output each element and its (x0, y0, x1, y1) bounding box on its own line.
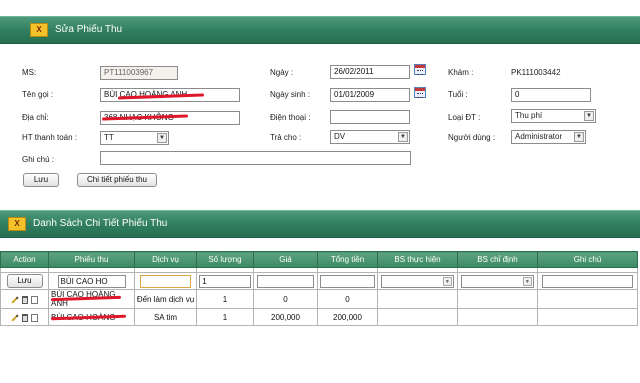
tra-cho-label: Trả cho : (270, 133, 302, 142)
col-header: BS thực hiện (377, 251, 458, 268)
col-header: BS chỉ định (457, 251, 538, 268)
bs-thuc-hien-cell (377, 308, 458, 326)
phieu-thu-input[interactable]: BÙI CAO HO (57, 274, 126, 288)
chi-tiet-phieu-thu-button[interactable]: Chi tiết phiếu thu (77, 173, 157, 187)
ghi-chu-input[interactable] (541, 274, 634, 288)
calendar-icon[interactable] (414, 87, 426, 98)
ht-thanh-toan-select[interactable]: TT ▼ (100, 131, 169, 145)
dich-vu-cell: Đến làm dịch vụ (134, 289, 197, 309)
chevron-down-icon[interactable]: ▼ (584, 111, 594, 121)
chevron-down-icon[interactable]: ▼ (574, 132, 584, 142)
dich-vu-cell: SA tim (134, 308, 197, 326)
chevron-down-icon[interactable]: ▼ (157, 133, 167, 143)
table-row: BÙI CAO HOÀNG ANH Đến làm dịch vụ 1 0 0 (0, 289, 638, 309)
tra-cho-select[interactable]: DV ▼ (330, 130, 410, 144)
dia-chi-label: Địa chỉ: (22, 113, 49, 122)
section-icon: X (30, 23, 48, 37)
col-header: Tổng tiền (317, 251, 378, 268)
section-icon: X (8, 217, 26, 231)
so-luong-input[interactable]: 1 (199, 274, 251, 288)
loai-dt-select[interactable]: Thu phí ▼ (511, 109, 596, 123)
tuoi-label: Tuổi : (448, 90, 468, 99)
edit-section-title: Sửa Phiếu Thu (55, 24, 123, 35)
tong-tien-cell: 0 (317, 289, 378, 309)
bs-thuc-hien-cell (377, 289, 458, 309)
dien-thoai-field[interactable] (330, 110, 410, 124)
trash-icon[interactable] (22, 314, 28, 322)
nguoi-dung-value: Administrator (515, 132, 563, 141)
ngay-sinh-label: Ngày sinh : (270, 90, 311, 99)
calendar-icon[interactable] (414, 64, 426, 75)
col-header: Số lượng (196, 251, 254, 268)
chevron-down-icon[interactable]: ▼ (442, 276, 452, 286)
tong-tien-input[interactable] (320, 274, 375, 288)
nguoi-dung-select[interactable]: Administrator ▼ (511, 130, 586, 144)
document-icon[interactable] (31, 314, 38, 322)
gia-input[interactable] (256, 274, 315, 288)
row-luu-button[interactable]: Lưu (6, 274, 43, 288)
ht-thanh-toan-value: TT (104, 133, 114, 142)
col-header: Dịch vụ (134, 251, 197, 268)
pencil-icon[interactable] (11, 314, 19, 322)
bs-thuc-hien-select[interactable]: ▼ (381, 274, 454, 288)
dich-vu-input[interactable] (139, 274, 192, 288)
kham-label: Khám : (448, 68, 474, 77)
ngay-label: Ngày : (270, 68, 294, 77)
loai-dt-value: Thu phí (515, 111, 543, 120)
ms-field[interactable]: PT111003967 (100, 66, 178, 80)
dien-thoai-label: Điện thoại : (270, 113, 311, 122)
luu-button[interactable]: Lưu (23, 173, 59, 187)
detail-section-title: Danh Sách Chi Tiết Phiếu Thu (33, 218, 168, 229)
ht-thanh-toan-label: HT thanh toán : (22, 133, 77, 142)
bs-chi-dinh-cell (457, 308, 538, 326)
ngay-sinh-field[interactable]: 01/01/2009 (330, 88, 410, 102)
bs-chi-dinh-cell (457, 289, 538, 309)
ngay-field[interactable]: 26/02/2011 (330, 65, 410, 79)
table-header-row: Action Phiếu thu Dịch vụ Số lượng Giá Tổ… (0, 251, 638, 268)
document-icon[interactable] (31, 296, 38, 304)
col-header: Phiếu thu (48, 251, 135, 268)
col-header: Ghi chú (537, 251, 638, 268)
ten-goi-label: Tên gọi : (22, 90, 54, 99)
loai-dt-label: Loại ĐT : (448, 113, 481, 122)
ghi-chu-field[interactable] (100, 151, 411, 165)
ghi-chu-cell (537, 308, 638, 326)
detail-section-header: X Danh Sách Chi Tiết Phiếu Thu (0, 210, 640, 238)
col-header: Action (0, 251, 49, 268)
ghi-chu-cell (537, 289, 638, 309)
chevron-down-icon[interactable]: ▼ (398, 132, 408, 142)
ghi-chu-label: Ghi chú : (22, 155, 55, 164)
gia-cell: 0 (253, 289, 318, 309)
detail-table: Action Phiếu thu Dịch vụ Số lượng Giá Tổ… (0, 251, 638, 326)
tong-tien-cell: 200,000 (317, 308, 378, 326)
tuoi-field[interactable]: 0 (511, 88, 591, 102)
ms-label: MS: (22, 68, 37, 77)
kham-value: PK111003442 (511, 68, 561, 77)
so-luong-cell: 1 (196, 308, 254, 326)
chevron-down-icon[interactable]: ▼ (522, 276, 532, 286)
table-edit-row: Lưu BÙI CAO HO 1 ▼ ▼ (0, 272, 638, 290)
pencil-icon[interactable] (11, 296, 19, 304)
table-row: BÙI CAO HOÀNG SA tim 1 200,000 200,000 (0, 308, 638, 326)
gia-cell: 200,000 (253, 308, 318, 326)
tra-cho-value: DV (334, 132, 346, 141)
trash-icon[interactable] (22, 296, 28, 304)
so-luong-cell: 1 (196, 289, 254, 309)
bs-chi-dinh-select[interactable]: ▼ (461, 274, 534, 288)
col-header: Giá (253, 251, 318, 268)
nguoi-dung-label: Người dùng : (448, 133, 496, 142)
edit-section-header: X Sửa Phiếu Thu (0, 16, 640, 44)
